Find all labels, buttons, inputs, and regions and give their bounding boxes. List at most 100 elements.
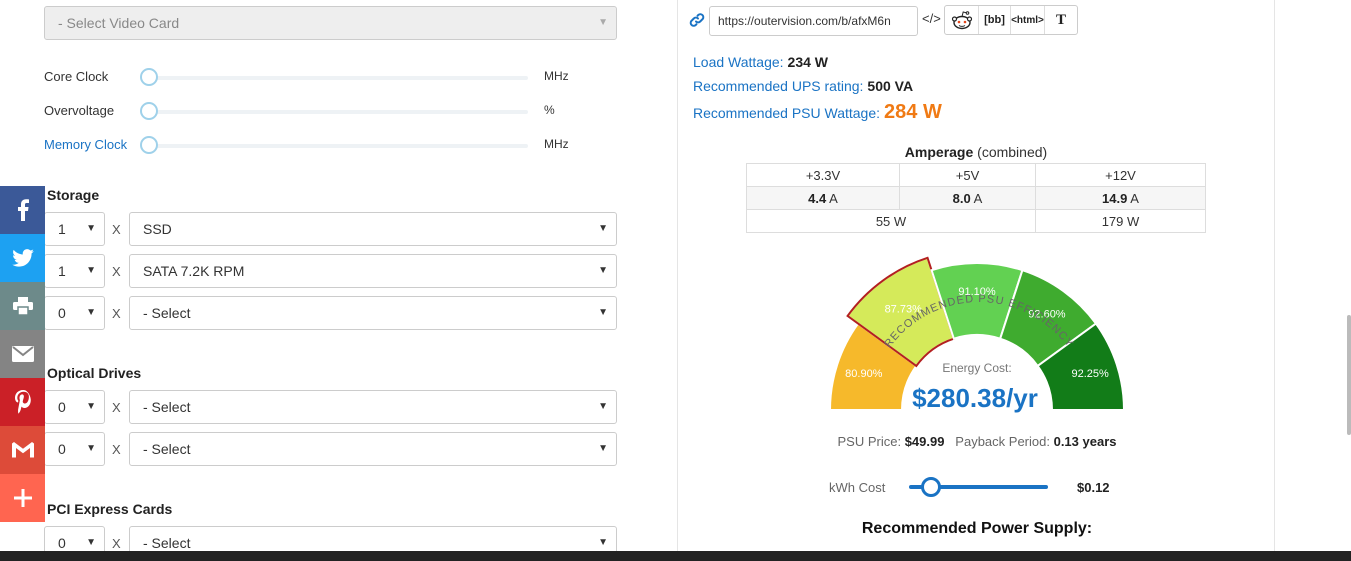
video-card-placeholder: - Select Video Card <box>58 15 180 31</box>
pinterest-share-button[interactable] <box>0 378 45 426</box>
type-value: - Select <box>143 535 191 551</box>
amp-12v: 14.9 A <box>1035 186 1206 210</box>
memory-clock-slider[interactable]: Memory Clock MHz <box>44 135 604 155</box>
ups-rating: Recommended UPS rating: 500 VA <box>693 78 913 94</box>
table-row: +3.3V +5V +12V <box>746 163 1206 187</box>
times-label: X <box>112 442 121 457</box>
type-value: - Select <box>143 399 191 415</box>
amperage-label: Amperage <box>904 144 974 160</box>
table-row: 4.4 A 8.0 A 14.9 A <box>746 186 1206 210</box>
slider-handle[interactable] <box>140 136 158 154</box>
results-panel: https://outervision.com/b/afxM6n </> [bb… <box>677 0 1275 551</box>
overvoltage-slider[interactable]: Overvoltage % <box>44 101 604 121</box>
recommended-psu-title: Recommended Power Supply: <box>861 520 1093 537</box>
chevron-down-icon: ▼ <box>598 443 608 454</box>
chevron-down-icon: ▼ <box>86 223 96 234</box>
memory-clock-unit: MHz <box>544 137 569 151</box>
gauge-segment-label: 92.25% <box>1072 368 1110 380</box>
embed-code-button[interactable]: </> <box>922 11 941 26</box>
qty-value: 0 <box>58 535 66 551</box>
qty-value: 0 <box>58 399 66 415</box>
load-wattage-value: 234 W <box>787 54 829 70</box>
amperage-title: Amperage (combined) <box>746 144 1206 160</box>
watts-12v: 179 W <box>1035 209 1206 233</box>
amp-3v3: 4.4 A <box>746 186 900 210</box>
load-wattage-label: Load Wattage: <box>693 54 784 70</box>
times-label: X <box>112 264 121 279</box>
storage-type-select[interactable]: SATA 7.2K RPM ▼ <box>129 254 617 288</box>
html-code-button[interactable]: <html> <box>1011 6 1045 34</box>
ups-rating-label: Recommended UPS rating: <box>693 78 864 94</box>
optical-type-select[interactable]: - Select ▼ <box>129 432 617 466</box>
gmail-share-button[interactable] <box>0 426 45 474</box>
amp-unit: A <box>973 190 983 206</box>
storage-qty-select[interactable]: 1 ▼ <box>44 212 105 246</box>
slider-handle[interactable] <box>140 102 158 120</box>
facebook-icon <box>17 199 29 221</box>
storage-type-select[interactable]: - Select ▼ <box>129 296 617 330</box>
optical-type-select[interactable]: - Select ▼ <box>129 390 617 424</box>
scrollbar-thumb[interactable] <box>1347 315 1351 435</box>
psu-price-line: PSU Price: $49.99 Payback Period: 0.13 y… <box>678 434 1276 449</box>
amp-unit: A <box>829 190 838 206</box>
psu-wattage-value: 284 W <box>884 101 942 123</box>
qty-value: 1 <box>58 263 66 279</box>
chevron-down-icon: ▼ <box>86 443 96 454</box>
chevron-down-icon: ▼ <box>598 307 608 318</box>
core-clock-slider[interactable]: Core Clock MHz <box>44 67 604 87</box>
more-icon <box>13 489 32 507</box>
ups-rating-value: 500 VA <box>867 78 914 94</box>
slider-track[interactable] <box>148 144 528 148</box>
core-clock-unit: MHz <box>544 69 569 83</box>
twitter-share-button[interactable] <box>0 234 45 282</box>
energy-cost-label: Energy Cost: <box>942 361 1011 375</box>
share-format-buttons: [bb] <html> T <box>944 5 1078 35</box>
rail-3v3: +3.3V <box>746 163 900 187</box>
watts-combined: 55 W <box>746 209 1036 233</box>
chevron-down-icon: ▼ <box>598 265 608 276</box>
memory-clock-label[interactable]: Memory Clock <box>44 137 127 152</box>
overvoltage-unit: % <box>544 103 555 117</box>
optical-qty-select[interactable]: 0 ▼ <box>44 432 105 466</box>
chevron-down-icon: ▼ <box>86 265 96 276</box>
kwh-cost-slider-handle[interactable] <box>921 477 941 497</box>
amp-5v: 8.0 A <box>899 186 1036 210</box>
slider-track[interactable] <box>148 76 528 80</box>
text-code-button[interactable]: T <box>1045 6 1077 34</box>
slider-handle[interactable] <box>140 68 158 86</box>
storage-type-select[interactable]: SSD ▼ <box>129 212 617 246</box>
type-value: - Select <box>143 305 191 321</box>
efficiency-gauge: 80.90%87.73%91.10%92.60%92.25% RECOMMEND… <box>828 256 1126 413</box>
psu-wattage: Recommended PSU Wattage: 284 W <box>693 101 942 124</box>
bbcode-button[interactable]: [bb] <box>979 6 1011 34</box>
payback-label: Payback Period: <box>955 434 1050 449</box>
email-share-button[interactable] <box>0 330 45 378</box>
amp-unit: A <box>1130 190 1139 206</box>
psu-wattage-label: Recommended PSU Wattage: <box>693 105 881 121</box>
video-card-select[interactable]: - Select Video Card ▼ <box>44 6 617 40</box>
optical-qty-select[interactable]: 0 ▼ <box>44 390 105 424</box>
psu-price-value: $49.99 <box>904 434 945 449</box>
gauge-segment-label: 80.90% <box>845 368 883 380</box>
amperage-table: +3.3V +5V +12V 4.4 A 8.0 A 14.9 A 55 W 1… <box>746 163 1206 233</box>
qty-value: 0 <box>58 305 66 321</box>
storage-qty-select[interactable]: 0 ▼ <box>44 296 105 330</box>
slider-track[interactable] <box>148 110 528 114</box>
share-url-value: https://outervision.com/b/afxM6n <box>718 14 891 28</box>
facebook-share-button[interactable] <box>0 186 45 234</box>
storage-qty-select[interactable]: 1 ▼ <box>44 254 105 288</box>
core-clock-label: Core Clock <box>44 69 109 84</box>
print-button[interactable] <box>0 282 45 330</box>
times-label: X <box>112 400 121 415</box>
chevron-down-icon: ▼ <box>86 307 96 318</box>
share-url-input[interactable]: https://outervision.com/b/afxM6n <box>709 6 918 36</box>
chevron-down-icon: ▼ <box>598 401 608 412</box>
pci-express-title: PCI Express Cards <box>47 501 173 517</box>
kwh-cost-label: kWh Cost <box>829 480 886 495</box>
rail-5v: +5V <box>899 163 1036 187</box>
load-wattage: Load Wattage: 234 W <box>693 54 828 70</box>
times-label: X <box>112 306 121 321</box>
reddit-share-button[interactable] <box>945 6 979 34</box>
energy-cost-value: $280.38/yr <box>912 383 1038 413</box>
more-share-button[interactable] <box>0 474 45 522</box>
